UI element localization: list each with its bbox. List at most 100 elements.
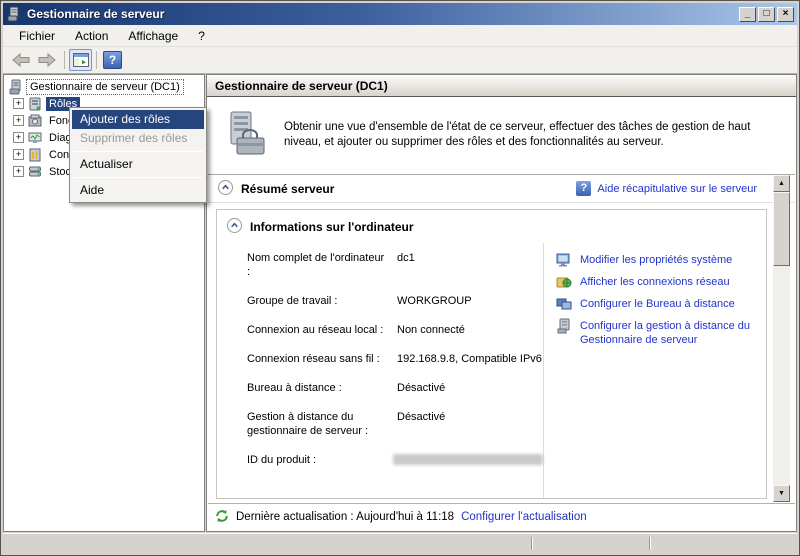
field-value: 192.168.9.8, Compatible IPv6	[397, 352, 543, 366]
back-button	[8, 49, 34, 71]
server-summary-title: Résumé serveur	[241, 182, 568, 196]
field-row: Connexion au réseau local : Non connecté	[247, 323, 543, 337]
link-row: Modifier les propriétés système	[556, 253, 766, 268]
minimize-button[interactable]: _	[739, 7, 756, 22]
collapse-summary-button[interactable]	[218, 180, 233, 198]
app-icon	[6, 6, 22, 22]
pane-title: Gestionnaire de serveur (DC1)	[215, 79, 388, 93]
console-tree-icon	[73, 53, 89, 67]
expand-icon[interactable]: +	[13, 149, 24, 160]
summary-scroll-area: Résumé serveur ? Aide récapitulative sur…	[208, 174, 795, 502]
menu-separator	[73, 177, 203, 178]
tree-root-row: Gestionnaire de serveur (DC1)	[4, 78, 204, 95]
field-value: Non connecté	[397, 323, 543, 337]
server-toolbox-icon	[225, 110, 269, 161]
summary-help-link[interactable]: Aide récapitulative sur le serveur	[597, 183, 757, 195]
chevron-up-icon	[227, 218, 242, 233]
status-pane-separator	[531, 537, 533, 550]
menu-action[interactable]: Action	[65, 26, 118, 46]
menu-separator	[73, 151, 203, 152]
back-arrow-icon	[10, 52, 32, 68]
toolbar-separator	[64, 51, 65, 69]
field-row: Groupe de travail : WORKGROUP	[247, 294, 543, 308]
computer-info-header: Informations sur l'ordinateur	[217, 210, 766, 236]
collapse-computer-info-button[interactable]	[227, 218, 242, 236]
computer-info-title: Informations sur l'ordinateur	[250, 220, 414, 234]
modify-system-properties-link[interactable]: Modifier les propriétés système	[580, 253, 732, 267]
field-label: Groupe de travail :	[247, 294, 397, 308]
pane-header: Gestionnaire de serveur (DC1)	[207, 75, 796, 97]
configuration-icon	[27, 147, 43, 163]
product-id-redacted-value	[393, 454, 543, 465]
remote-management-icon	[556, 318, 572, 334]
server-summary-header: Résumé serveur ? Aide récapitulative sur…	[208, 175, 795, 203]
overview-description: Obtenir une vue d'ensemble de l'état de …	[284, 120, 782, 150]
diagnostics-icon	[27, 130, 43, 146]
storage-icon	[27, 164, 43, 180]
field-row: Bureau à distance : Désactivé	[247, 381, 543, 395]
title-bar: Gestionnaire de serveur _ □ ×	[3, 3, 797, 25]
scrollbar-thumb[interactable]	[773, 192, 790, 266]
roles-icon	[27, 96, 43, 112]
remote-desktop-icon	[556, 296, 572, 312]
tree-root[interactable]: Gestionnaire de serveur (DC1)	[27, 80, 183, 94]
refresh-icon	[215, 509, 229, 526]
computer-info-links: Modifier les propriétés système Afficher…	[544, 243, 766, 498]
overview-section: Obtenir une vue d'ensemble de l'état de …	[207, 97, 796, 173]
field-row: ID du produit :	[247, 453, 543, 467]
configure-remote-desktop-link[interactable]: Configurer le Bureau à distance	[580, 297, 735, 311]
menu-view[interactable]: Affichage	[118, 26, 188, 46]
field-value: Désactivé	[397, 381, 543, 395]
context-menu-refresh[interactable]: Actualiser	[72, 155, 204, 174]
context-menu-remove-roles: Supprimer des rôles	[72, 129, 204, 148]
scroll-up-button[interactable]: ▲	[773, 175, 790, 192]
last-refresh-text: Dernière actualisation : Aujourd'hui à 1…	[236, 511, 454, 523]
help-icon: ?	[576, 181, 591, 196]
context-menu-add-roles[interactable]: Ajouter des rôles	[72, 110, 204, 129]
computer-info-fields: Nom complet de l'ordinateur : dc1 Groupe…	[217, 243, 543, 498]
server-manager-window: Gestionnaire de serveur _ □ × Fichier Ac…	[0, 0, 800, 556]
configure-remote-management-link[interactable]: Configurer la gestion à distance du Gest…	[580, 319, 766, 347]
field-value: dc1	[397, 251, 543, 279]
link-row: Configurer la gestion à distance du Gest…	[556, 319, 766, 347]
expand-icon[interactable]: +	[13, 132, 24, 143]
field-label: Connexion au réseau local :	[247, 323, 397, 337]
context-menu: Ajouter des rôles Supprimer des rôles Ac…	[69, 107, 207, 203]
window-title: Gestionnaire de serveur	[27, 7, 739, 21]
server-manager-node-icon	[8, 79, 24, 95]
scroll-down-button[interactable]: ▼	[773, 485, 790, 502]
maximize-button[interactable]: □	[758, 7, 775, 22]
configure-refresh-link[interactable]: Configurer l'actualisation	[461, 511, 587, 523]
expand-icon[interactable]: +	[13, 115, 24, 126]
console-tree-toggle-button[interactable]	[69, 49, 92, 71]
field-value	[393, 453, 543, 467]
field-value: WORKGROUP	[397, 294, 543, 308]
help-button[interactable]: ?	[103, 51, 122, 69]
field-label: Gestion à distance du gestionnaire de se…	[247, 410, 397, 438]
computer-info-panel: Informations sur l'ordinateur Nom comple…	[216, 209, 767, 499]
expand-icon[interactable]: +	[13, 166, 24, 177]
forward-arrow-icon	[36, 52, 58, 68]
expand-icon[interactable]: +	[13, 98, 24, 109]
chevron-up-icon	[218, 180, 233, 195]
field-label: Nom complet de l'ordinateur :	[247, 251, 397, 279]
system-properties-icon	[556, 252, 572, 268]
field-row: Gestion à distance du gestionnaire de se…	[247, 410, 543, 438]
vertical-scrollbar[interactable]: ▲ ▼	[773, 175, 790, 502]
context-menu-help[interactable]: Aide	[72, 181, 204, 200]
show-network-connections-link[interactable]: Afficher les connexions réseau	[580, 275, 730, 289]
menu-bar: Fichier Action Affichage ?	[3, 25, 797, 47]
field-row: Connexion réseau sans fil : 192.168.9.8,…	[247, 352, 543, 366]
status-pane-separator	[649, 537, 651, 550]
field-label: Bureau à distance :	[247, 381, 397, 395]
menu-help[interactable]: ?	[188, 26, 215, 46]
menu-file[interactable]: Fichier	[9, 26, 65, 46]
field-label: Connexion réseau sans fil :	[247, 352, 397, 366]
close-button[interactable]: ×	[777, 7, 794, 22]
features-icon	[27, 113, 43, 129]
network-connections-icon	[556, 274, 572, 290]
field-label: ID du produit :	[247, 453, 393, 467]
link-row: Afficher les connexions réseau	[556, 275, 766, 290]
refresh-bar: Dernière actualisation : Aujourd'hui à 1…	[208, 503, 795, 530]
status-bar	[3, 533, 797, 553]
